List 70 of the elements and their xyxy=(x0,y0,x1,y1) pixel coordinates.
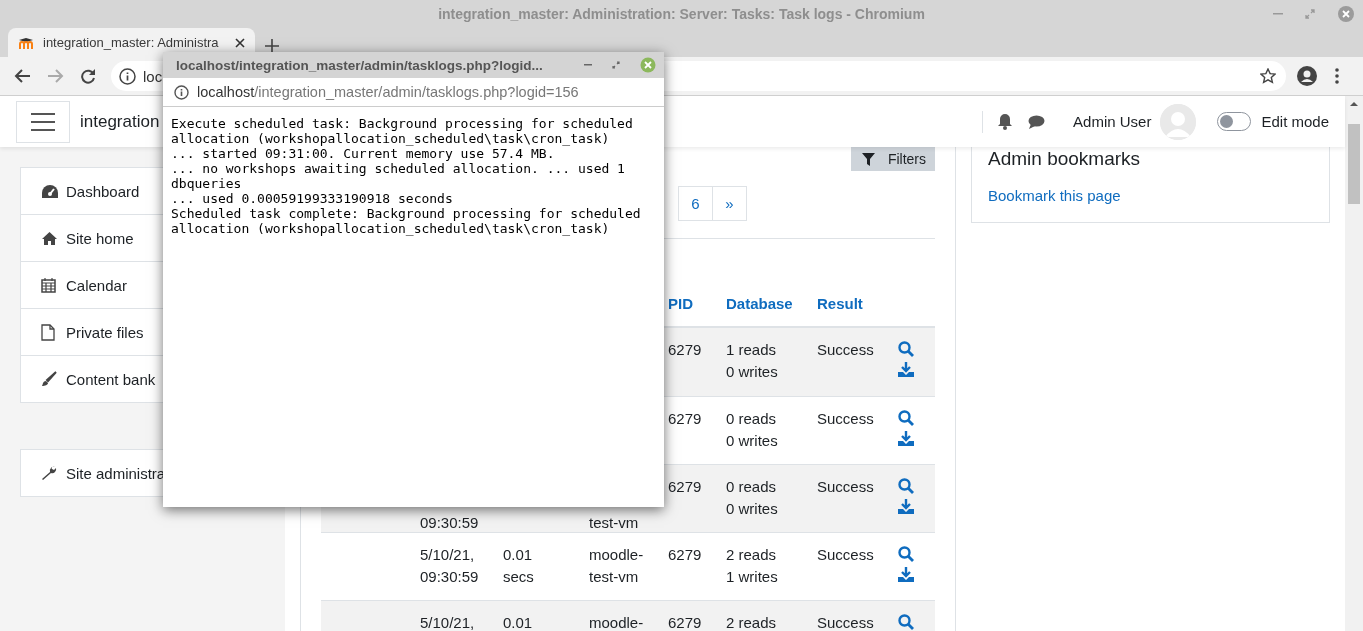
table-cell-text: Success xyxy=(817,545,874,565)
table-cell-text: 6279 xyxy=(668,409,702,429)
search-icon[interactable] xyxy=(898,341,914,357)
home-icon xyxy=(41,230,58,246)
search-icon[interactable] xyxy=(898,614,914,630)
user-name[interactable]: Admin User xyxy=(1073,113,1152,130)
table-cell-text: 0 reads 0 writes xyxy=(726,477,778,519)
search-icon[interactable] xyxy=(898,410,914,426)
paintbrush-icon xyxy=(41,371,57,387)
table-cell-text: 2 reads xyxy=(726,613,777,631)
table-cell-text: Success xyxy=(817,477,874,497)
hat-logo-icon xyxy=(18,36,34,49)
star-icon[interactable] xyxy=(1260,68,1276,84)
page-link[interactable]: 6 xyxy=(678,186,713,221)
restore-icon[interactable] xyxy=(612,61,620,69)
calendar-icon xyxy=(41,277,56,293)
menu-dots-icon[interactable] xyxy=(1335,68,1339,84)
funnel-icon xyxy=(861,152,875,166)
column-header[interactable]: Result xyxy=(817,295,863,312)
download-icon[interactable] xyxy=(898,362,914,377)
edit-mode-toggle[interactable] xyxy=(1217,112,1252,131)
gauge-icon xyxy=(41,183,59,199)
table-cell-text: 6279 xyxy=(668,613,702,631)
table-cell-text: 0.01 secs xyxy=(503,545,534,587)
info-icon xyxy=(119,67,136,85)
download-icon[interactable] xyxy=(898,499,914,514)
table-cell-text: 5/10/21, xyxy=(420,613,475,631)
scrollbar[interactable] xyxy=(1345,96,1363,631)
column-header[interactable]: Database xyxy=(726,295,793,312)
new-tab-icon[interactable] xyxy=(265,38,279,53)
search-icon[interactable] xyxy=(898,546,914,562)
back-arrow-icon[interactable] xyxy=(14,68,31,84)
menu-icon xyxy=(31,112,55,131)
table-cell-text: 6279 xyxy=(668,545,702,565)
close-icon[interactable] xyxy=(235,37,245,48)
column-header[interactable]: PID xyxy=(668,295,693,312)
file-icon xyxy=(41,323,55,341)
bell-icon[interactable] xyxy=(997,113,1014,130)
edit-mode-label: Edit mode xyxy=(1261,113,1329,130)
table-cell-text: 09:30:59 xyxy=(420,513,479,533)
table-cell-text: 1 reads 0 writes xyxy=(726,340,778,382)
table-cell-text: moodle- test-vm xyxy=(589,545,644,587)
site-name[interactable]: integration xyxy=(80,111,160,132)
wrench-icon xyxy=(41,465,57,481)
info-icon xyxy=(174,84,189,100)
search-icon[interactable] xyxy=(898,478,914,494)
table-cell-text: 2 reads 1 writes xyxy=(726,545,778,587)
tab-title: integration_master: Administra xyxy=(43,35,220,50)
browser-tab[interactable]: integration_master: Administra xyxy=(8,28,255,57)
table-cell-text: Success xyxy=(817,613,874,631)
table-cell-text: 6279 xyxy=(668,477,702,497)
download-icon[interactable] xyxy=(898,567,914,582)
window-title: integration_master: Administration: Server: Tasks: Task logs - Chromium xyxy=(438,6,925,22)
table-cell-text: 0 reads 0 writes xyxy=(726,409,778,451)
table-cell-text: moodle- xyxy=(589,613,644,631)
chat-icon[interactable] xyxy=(1028,114,1046,129)
profile-icon[interactable] xyxy=(1297,66,1317,86)
menu-button[interactable] xyxy=(16,100,70,143)
table-cell-text: 5/10/21, 09:30:59 xyxy=(420,545,479,587)
table-cell-text: test-vm xyxy=(589,513,639,533)
table-cell-text: Success xyxy=(817,340,874,360)
filters-button[interactable]: Filters xyxy=(850,147,935,171)
download-icon[interactable] xyxy=(898,431,914,446)
block-title: Admin bookmarks xyxy=(988,147,1141,171)
table-cell-text: 0.01 xyxy=(503,613,533,631)
page-link[interactable]: » xyxy=(712,186,747,221)
table-cell-text: 6279 xyxy=(668,340,702,360)
table-cell-text: Success xyxy=(817,409,874,429)
bookmark-link[interactable]: Bookmark this page xyxy=(988,187,1121,204)
reload-icon[interactable] xyxy=(80,68,96,84)
